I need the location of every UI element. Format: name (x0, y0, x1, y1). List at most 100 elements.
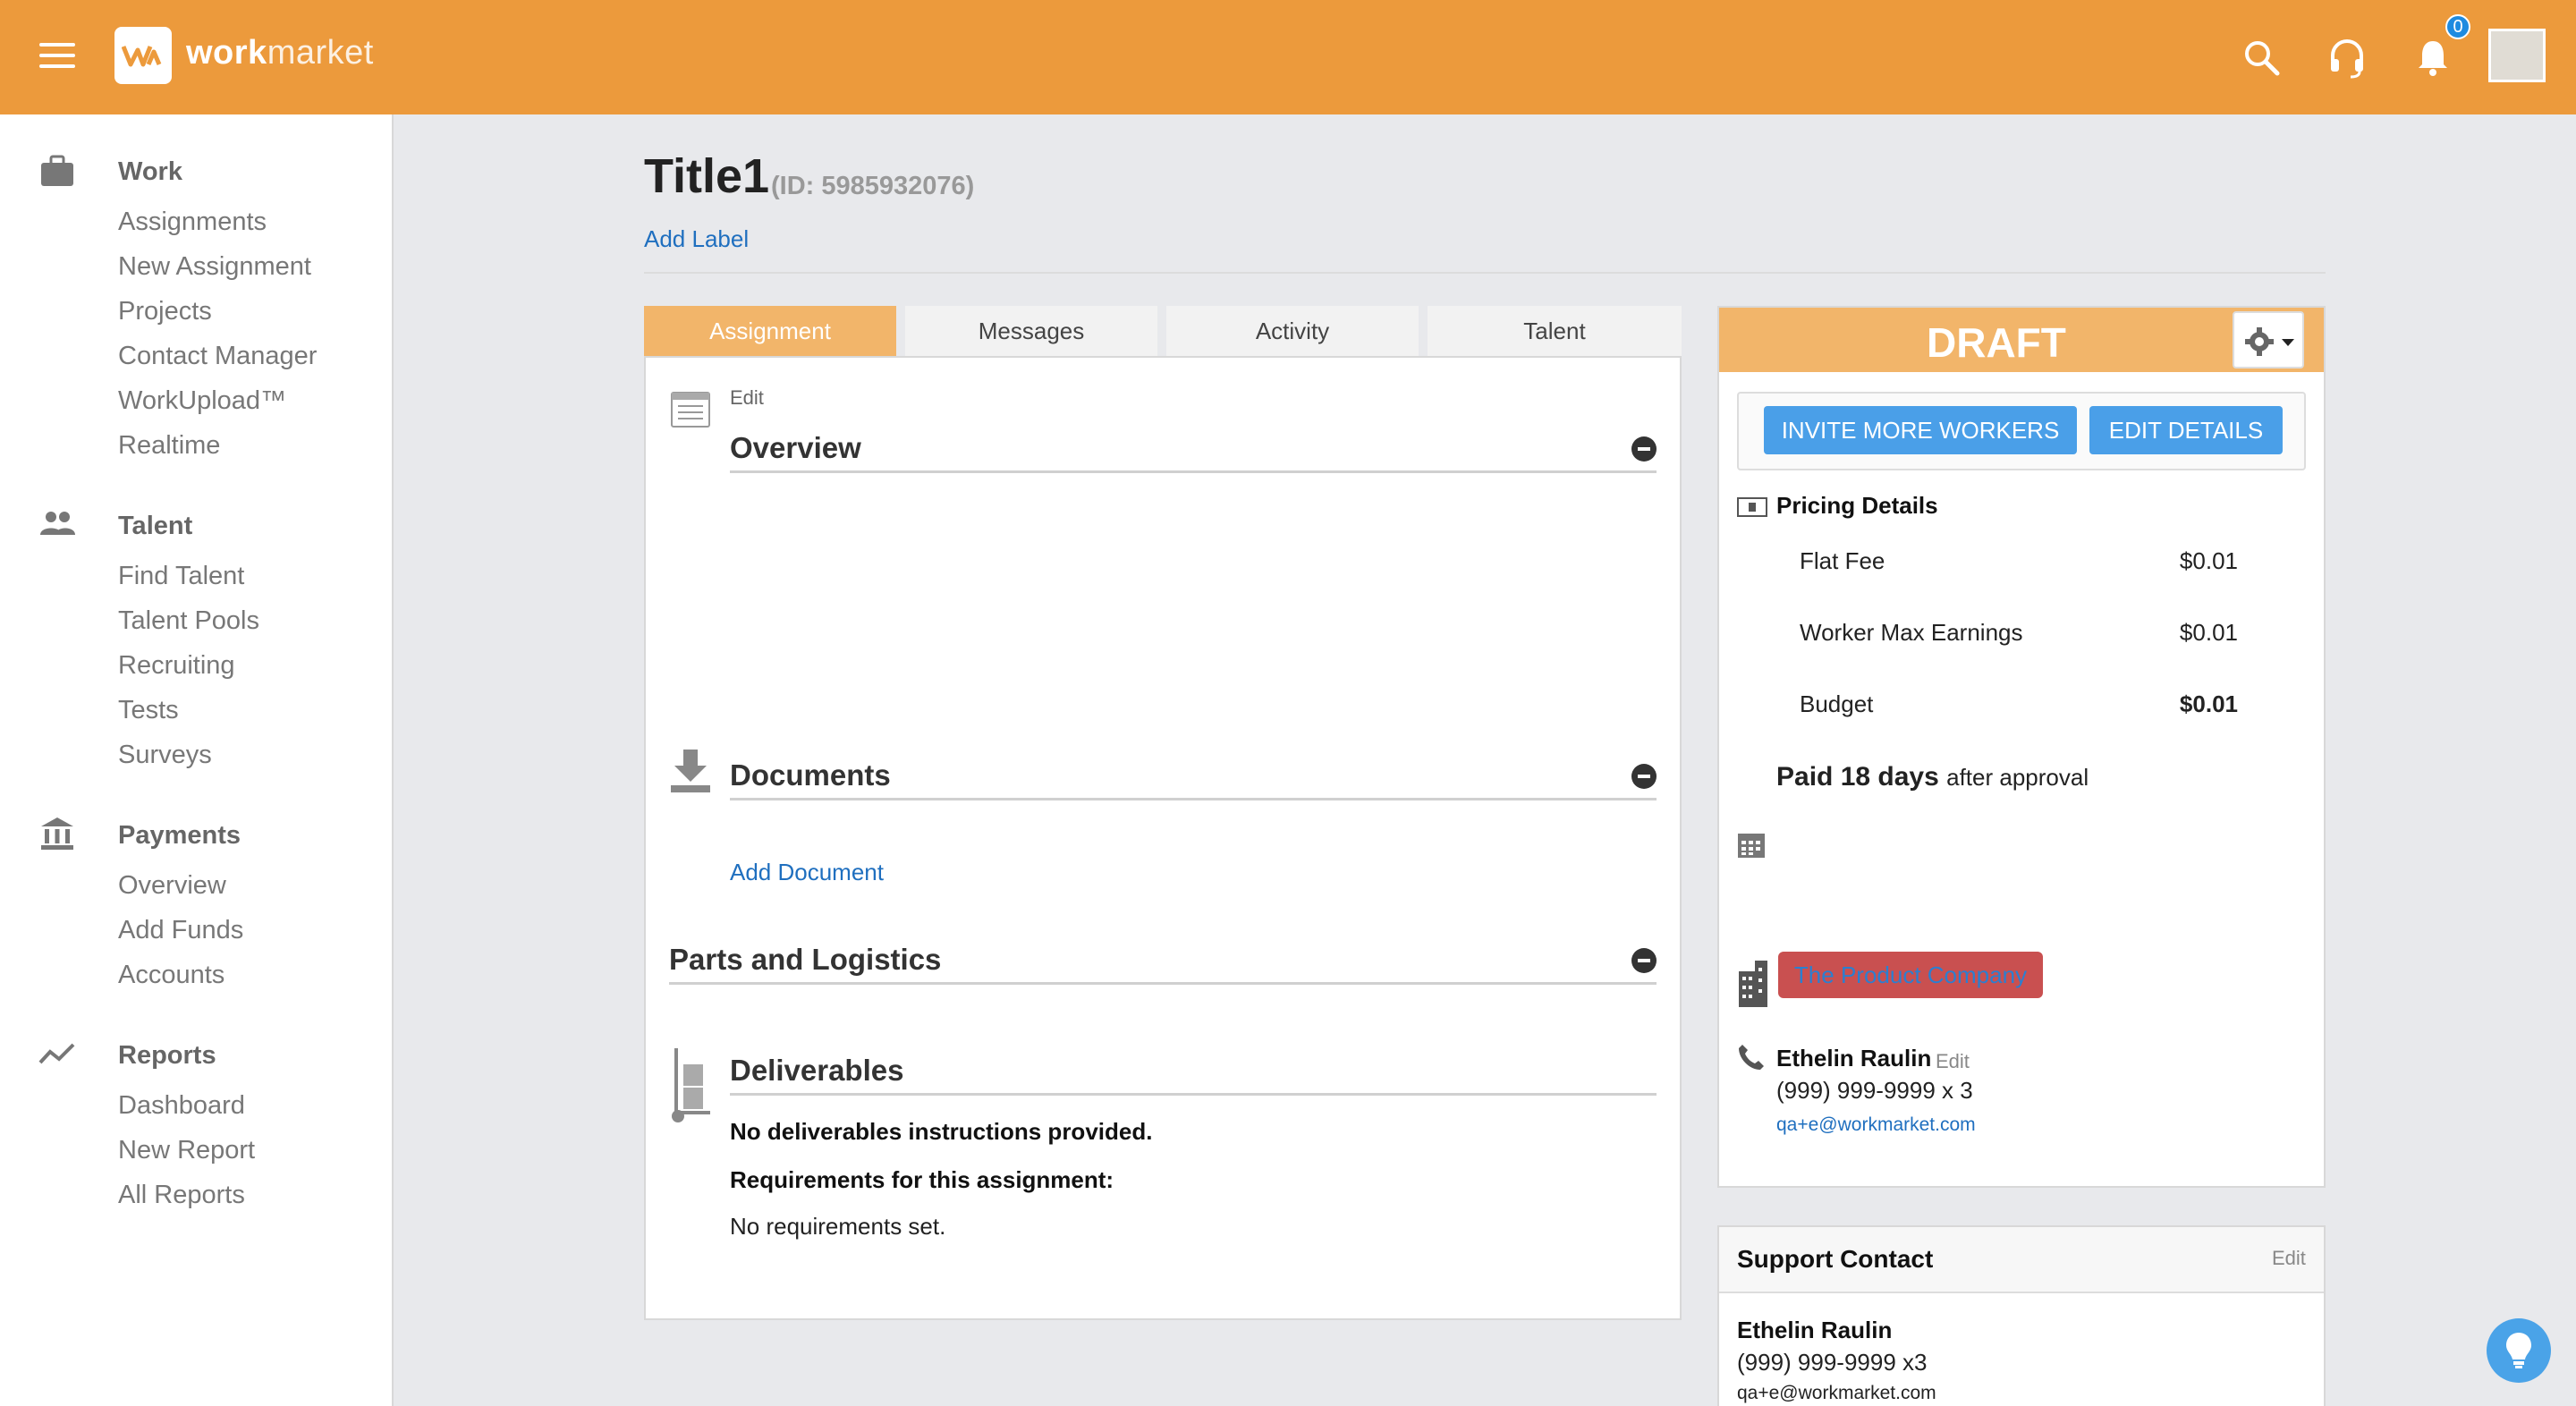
sidebar-item-all-reports[interactable]: All Reports (118, 1181, 245, 1210)
support-phone: (999) 999-9999 x3 (1737, 1349, 1928, 1376)
avatar[interactable] (2488, 29, 2546, 82)
parts-logistics-heading: Parts and Logistics (669, 943, 942, 976)
overview-heading: Overview (730, 431, 861, 464)
page-title: Title1 (644, 149, 770, 203)
hand-truck-icon (672, 1048, 710, 1122)
contact-name: Ethelin Raulin (1776, 1045, 1932, 1071)
sidebar-item-dashboard[interactable]: Dashboard (118, 1091, 245, 1121)
sidebar-item-talent-pools[interactable]: Talent Pools (118, 606, 259, 636)
settings-dropdown[interactable] (2233, 311, 2304, 368)
sidebar-item-new-assignment[interactable]: New Assignment (118, 252, 311, 282)
deliverables-heading: Deliverables (730, 1054, 904, 1087)
bank-icon (41, 817, 73, 850)
flat-fee-label: Flat Fee (1800, 547, 1885, 574)
contact-phone: (999) 999-9999 x 3 (1776, 1077, 1973, 1104)
overview-edit-link[interactable]: Edit (730, 386, 764, 410)
sidebar-item-realtime[interactable]: Realtime (118, 431, 220, 461)
sidebar-item-tests[interactable]: Tests (118, 696, 179, 725)
payment-terms-days: Paid 18 days (1776, 762, 1939, 792)
documents-heading: Documents (730, 758, 891, 792)
add-label-link[interactable]: Add Label (644, 225, 749, 253)
menu-icon[interactable] (39, 43, 75, 72)
budget-label: Budget (1800, 690, 1874, 717)
search-icon[interactable] (2240, 36, 2283, 79)
caret-down-icon (2282, 339, 2294, 346)
payment-terms: Paid 18 days after approval (1776, 762, 2089, 792)
phone-icon (1739, 1045, 1764, 1070)
workmarket-logo[interactable] (114, 27, 172, 84)
sidebar-item-assignments[interactable]: Assignments (118, 208, 267, 237)
documents-divider (730, 798, 1657, 800)
sidebar-item-surveys[interactable]: Surveys (118, 741, 212, 770)
briefcase-icon (41, 155, 73, 186)
company-badge[interactable]: The Product Company (1778, 952, 2043, 998)
tab-talent[interactable]: Talent (1428, 306, 1682, 356)
sidebar-heading-payments[interactable]: Payments (118, 821, 241, 851)
sidebar: Work Assignments New Assignment Projects… (0, 114, 394, 1406)
money-icon (1737, 497, 1767, 517)
building-icon (1739, 961, 1767, 1007)
support-contact-panel: Support Contact Edit Ethelin Raulin (999… (1717, 1225, 2326, 1406)
overview-collapse-icon[interactable] (1631, 436, 1657, 462)
bell-icon[interactable] (2411, 36, 2454, 79)
status-bar: DRAFT (1719, 308, 2324, 372)
parts-divider (669, 982, 1657, 985)
sidebar-item-contact-manager[interactable]: Contact Manager (118, 342, 317, 371)
trend-icon (38, 1043, 75, 1064)
status-panel: DRAFT INVITE MORE WORKERS EDIT DETAILS P… (1717, 306, 2326, 1188)
invite-workers-button[interactable]: INVITE MORE WORKERS (1764, 406, 2077, 454)
sidebar-item-projects[interactable]: Projects (118, 297, 212, 326)
edit-details-button[interactable]: EDIT DETAILS (2089, 406, 2283, 454)
sidebar-item-recruiting[interactable]: Recruiting (118, 651, 235, 681)
calendar-icon (1738, 834, 1765, 858)
add-document-link[interactable]: Add Document (730, 859, 884, 886)
budget-value: $0.01 (2179, 690, 2238, 717)
sidebar-heading-work[interactable]: Work (118, 157, 182, 187)
flat-fee-value: $0.01 (2179, 547, 2238, 574)
documents-collapse-icon[interactable] (1631, 764, 1657, 789)
support-contact-title: Support Contact (1737, 1245, 1934, 1273)
sidebar-item-workupload[interactable]: WorkUpload™ (118, 386, 286, 416)
no-requirements-text: No requirements set. (730, 1213, 946, 1240)
title-divider (644, 272, 2326, 274)
assignment-panel: Edit Overview Documents Add Document Par… (644, 356, 1682, 1320)
assignment-id: (ID: 5985932076) (771, 172, 975, 200)
lightbulb-icon (2506, 1333, 2531, 1368)
sidebar-item-accounts[interactable]: Accounts (118, 961, 225, 990)
status-label: DRAFT (1927, 319, 2066, 366)
support-email: qa+e@workmarket.com (1737, 1383, 1936, 1403)
action-buttons: INVITE MORE WORKERS EDIT DETAILS (1737, 392, 2306, 470)
max-earnings-label: Worker Max Earnings (1800, 619, 2023, 646)
sidebar-item-find-talent[interactable]: Find Talent (118, 562, 244, 591)
overview-divider (730, 470, 1657, 473)
support-contact-header: Support Contact Edit (1719, 1227, 2324, 1293)
requirements-heading: Requirements for this assignment: (730, 1166, 1114, 1193)
tab-messages[interactable]: Messages (905, 306, 1157, 356)
list-icon (671, 392, 710, 428)
sidebar-item-new-report[interactable]: New Report (118, 1136, 255, 1165)
tab-assignment[interactable]: Assignment (644, 306, 896, 356)
contact-edit-link[interactable]: Edit (1936, 1050, 1970, 1073)
support-name: Ethelin Raulin (1737, 1317, 1893, 1343)
payment-terms-rest: after approval (1946, 764, 2089, 791)
help-bubble-button[interactable] (2487, 1318, 2551, 1383)
top-header: workmarket 0 (0, 0, 2576, 114)
sidebar-item-overview[interactable]: Overview (118, 871, 226, 901)
brand-name: workmarket (186, 34, 374, 72)
people-icon (40, 512, 75, 535)
gear-icon (2245, 327, 2274, 356)
sidebar-heading-talent[interactable]: Talent (118, 512, 192, 541)
notification-badge: 0 (2445, 14, 2470, 39)
headset-icon[interactable] (2326, 36, 2368, 79)
sidebar-item-add-funds[interactable]: Add Funds (118, 916, 243, 945)
sidebar-heading-reports[interactable]: Reports (118, 1041, 216, 1071)
max-earnings-value: $0.01 (2179, 619, 2238, 646)
parts-collapse-icon[interactable] (1631, 948, 1657, 973)
pricing-details-heading: Pricing Details (1776, 492, 1938, 519)
deliverables-divider (730, 1093, 1657, 1096)
contact-email-link[interactable]: qa+e@workmarket.com (1776, 1114, 1976, 1136)
no-deliverables-text: No deliverables instructions provided. (730, 1118, 1153, 1145)
download-icon (671, 750, 710, 792)
tab-activity[interactable]: Activity (1166, 306, 1419, 356)
support-edit-link[interactable]: Edit (2272, 1247, 2306, 1270)
